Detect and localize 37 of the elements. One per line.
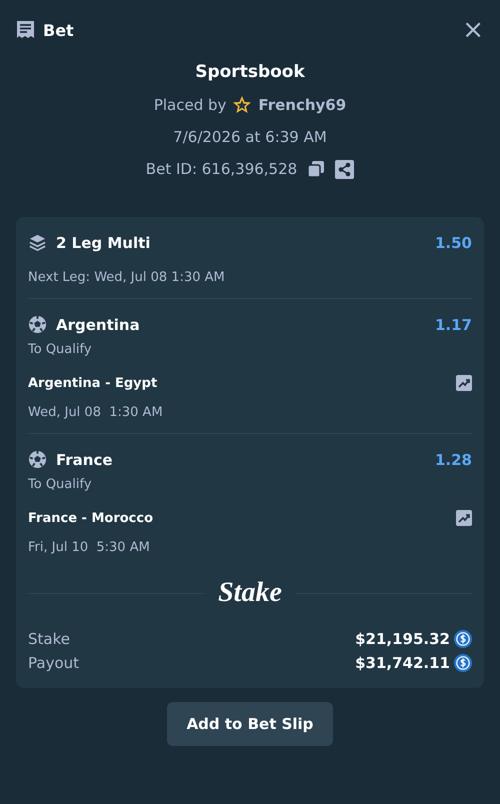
share-icon[interactable]	[335, 160, 354, 178]
bet-source-title: Sportsbook	[195, 62, 305, 82]
match-time: Wed, Jul 08 1:30 AM	[28, 405, 164, 420]
multi-odds: 1.50	[434, 234, 472, 252]
usd-coin-icon	[454, 630, 472, 648]
trend-icon[interactable]	[456, 375, 472, 391]
soccer-ball-icon	[28, 450, 47, 469]
placed-by-label: Placed by	[154, 96, 226, 114]
bet-date: 7/6/2026 at 6:39 AM	[173, 128, 327, 146]
leg-odds: 1.17	[434, 316, 472, 334]
leg-odds: 1.28	[434, 450, 472, 468]
multi-title: 2 Leg Multi	[56, 234, 150, 252]
match-time: Fri, Jul 10 5:30 AM	[28, 540, 151, 555]
modal-title: Bet	[43, 20, 75, 40]
username-link[interactable]: Frenchy69	[258, 96, 346, 114]
soccer-ball-icon	[28, 315, 47, 334]
next-leg-time: Next Leg: Wed, Jul 08 1:30 AM	[28, 270, 226, 285]
star-icon	[232, 95, 252, 115]
copy-icon[interactable]	[307, 160, 326, 178]
usd-coin-icon	[454, 654, 472, 672]
receipt-icon	[16, 20, 35, 40]
brand-logo: Stake	[218, 577, 282, 609]
team-name: Argentina	[56, 316, 140, 334]
total-amount: $21,195.32	[355, 630, 450, 648]
close-button[interactable]: ×	[462, 18, 484, 42]
match-name[interactable]: France - Morocco	[28, 510, 154, 526]
match-name[interactable]: Argentina - Egypt	[28, 376, 158, 390]
bet-id: Bet ID: 616,396,528	[146, 160, 298, 178]
team-name: France	[56, 450, 113, 468]
market-name: To Qualify	[28, 477, 93, 492]
total-label: Payout	[28, 654, 80, 672]
market-name: To Qualify	[28, 342, 93, 357]
layers-icon	[28, 233, 47, 252]
trend-icon[interactable]	[456, 510, 472, 526]
add-to-bet-slip-button[interactable]: Add to Bet Slip	[166, 702, 334, 746]
total-label: Stake	[28, 630, 70, 648]
total-amount: $31,742.11	[355, 654, 450, 672]
